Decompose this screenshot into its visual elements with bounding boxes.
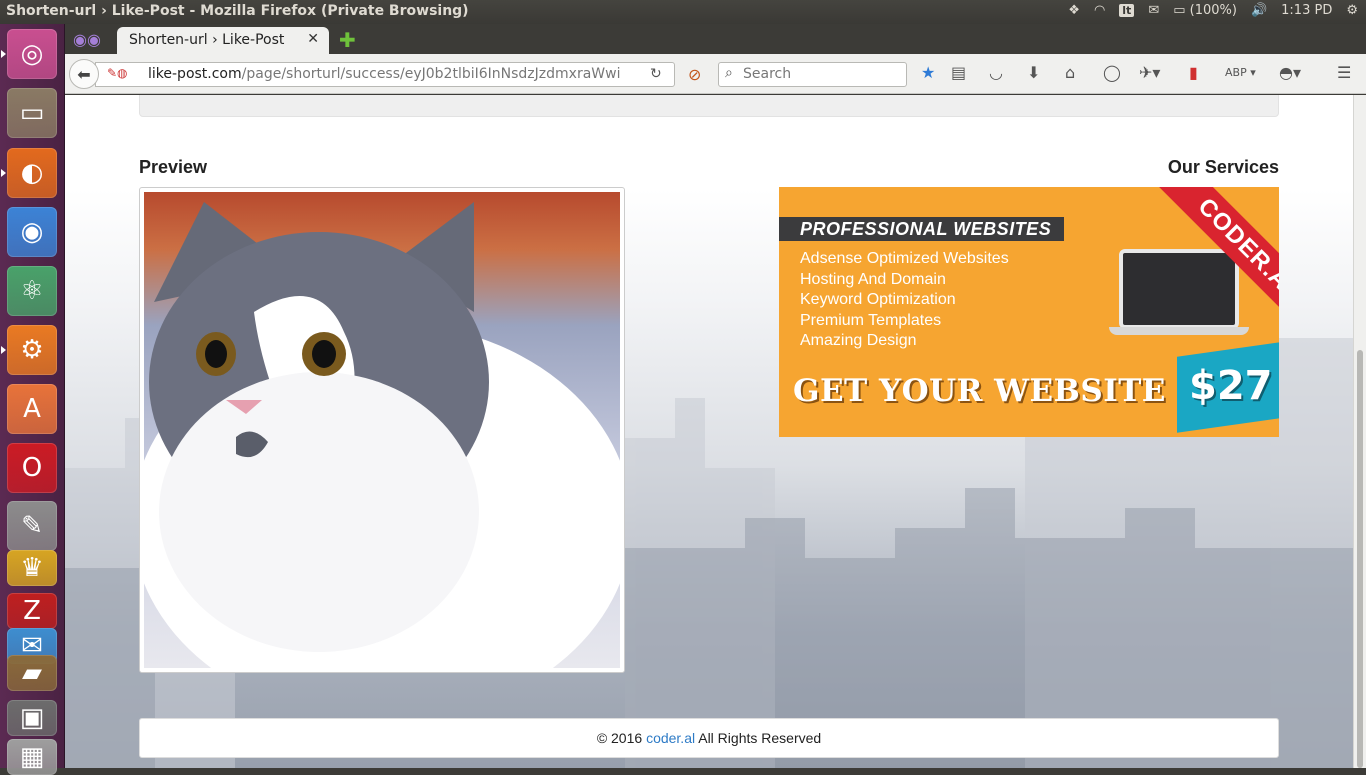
laptop-illustration: [1119, 249, 1239, 329]
footer-copyright: © 2016: [596, 730, 643, 746]
ad-price: $27: [1189, 363, 1273, 409]
launcher-scanner[interactable]: ▦: [7, 739, 57, 775]
toolbar-icons: ★ ▤ ◡ ⬇ ⌂ ◯ ✈▾ ▮ ABP ▾ ◓▾ ☰: [685, 63, 1355, 87]
laptop-base: [1109, 327, 1249, 335]
footer-link[interactable]: coder.al: [646, 730, 695, 746]
cat-photo[interactable]: [144, 192, 620, 668]
launcher-system-settings[interactable]: ⚙: [7, 325, 57, 375]
launcher-chrome[interactable]: ◉: [7, 207, 57, 257]
page-footer: © 2016 coder.al All Rights Reserved: [139, 718, 1279, 758]
pocket-icon[interactable]: ◡: [989, 63, 1003, 82]
ubuntu-dash-icon: ◎: [20, 39, 44, 69]
launcher-terminal[interactable]: ▣: [7, 700, 57, 736]
chat-icon[interactable]: ◯: [1103, 63, 1121, 82]
page-viewport: Preview Our Services PROFESSIONAL WEBSIT…: [65, 95, 1353, 768]
software-center-icon: A: [23, 394, 41, 424]
home-icon[interactable]: ⌂: [1065, 63, 1075, 82]
launcher-running-indicator: [1, 169, 6, 177]
ad-feature-item: Hosting And Domain: [800, 270, 946, 288]
system-tray: ❖ ◠ lt ✉ ▭ (100%) 🔊 1:13 PD ⚙: [1068, 3, 1358, 18]
mail-icon[interactable]: ✉: [1148, 3, 1159, 18]
terminal-icon: ▣: [19, 703, 45, 733]
ad-feature-item: Adsense Optimized Websites: [800, 250, 1009, 267]
wifi-icon[interactable]: ◠: [1094, 3, 1105, 18]
services-ad-banner[interactable]: PROFESSIONAL WEBSITES Adsense Optimized …: [779, 187, 1279, 437]
launcher-files[interactable]: ▭: [7, 88, 57, 138]
opera-icon: O: [21, 453, 43, 483]
ad-feature-item: Keyword Optimization: [800, 291, 956, 308]
launcher-firefox[interactable]: ◐: [7, 148, 57, 198]
files-icon: ▭: [19, 98, 45, 128]
launcher-software-center[interactable]: A: [7, 384, 57, 434]
window-title: Shorten-url › Like-Post - Mozilla Firefo…: [6, 3, 469, 19]
bookmarks-list-icon[interactable]: ▤: [951, 63, 966, 82]
downloads-icon[interactable]: ⬇: [1027, 63, 1040, 82]
adblock-plus-icon[interactable]: ABP ▾: [1225, 66, 1256, 79]
unity-launcher: ◎ ▭ ◐ ◉ ⚛ ⚙ A O ✎ ♛ Z ✉ ▰ ▣ ▦: [0, 24, 65, 775]
globe-icon[interactable]: ◓▾: [1279, 63, 1301, 82]
private-browsing-icon: ◉◉: [73, 30, 101, 49]
ad-heading: PROFESSIONAL WEBSITES: [800, 219, 1052, 239]
ad-feature-item: Amazing Design: [800, 332, 917, 349]
site-identity-icon[interactable]: ✎◍: [107, 66, 128, 80]
services-heading: Our Services: [1167, 157, 1279, 177]
system-top-panel: Shorten-url › Like-Post - Mozilla Firefo…: [0, 0, 1366, 24]
volume-icon[interactable]: 🔊: [1251, 3, 1267, 18]
trophy-app-icon: ♛: [20, 553, 44, 583]
launcher-filezilla[interactable]: Z: [7, 593, 57, 629]
top-content-panel: [139, 95, 1279, 117]
cat-illustration: [144, 202, 620, 668]
scrollbar-thumb[interactable]: [1357, 350, 1363, 768]
footer-rights: All Rights Reserved: [698, 730, 822, 746]
addon-red-icon[interactable]: ▮: [1189, 63, 1198, 82]
atom-icon: ⚛: [20, 276, 44, 306]
url-path: /page/shorturl/success/eyJ0b2tlbiI6InNsd…: [241, 66, 621, 82]
tab-label: Shorten-url › Like-Post: [129, 32, 285, 48]
battery-indicator[interactable]: ▭ (100%): [1173, 3, 1237, 18]
arrow-left-icon: ⬅: [77, 64, 91, 84]
gear-icon[interactable]: ⚙: [1346, 3, 1358, 18]
navigation-toolbar: like-post.com/page/shorturl/success/eyJ0…: [65, 54, 1366, 94]
filezilla-icon: Z: [23, 596, 41, 626]
chrome-icon: ◉: [20, 217, 44, 247]
clock[interactable]: 1:13 PD: [1281, 3, 1332, 18]
ad-feature-item: Premium Templates: [800, 311, 942, 329]
folder-app-icon: ▰: [22, 658, 42, 688]
tab-like-post[interactable]: Shorten-url › Like-Post ✕: [117, 27, 329, 54]
launcher-trophy-app[interactable]: ♛: [7, 550, 57, 586]
ad-feature-list: Adsense Optimized Websites Hosting And D…: [800, 249, 1009, 352]
launcher-running-indicator: [1, 50, 6, 58]
firefox-icon: ◐: [20, 158, 44, 188]
url-bar[interactable]: like-post.com/page/shorturl/success/eyJ0…: [95, 62, 675, 87]
launcher-tools[interactable]: ✎: [7, 501, 57, 551]
system-settings-icon: ⚙: [20, 335, 44, 365]
reload-icon[interactable]: ↻: [650, 66, 662, 82]
launcher-ubuntu-dash[interactable]: ◎: [7, 29, 57, 79]
tab-strip: ◉◉ Shorten-url › Like-Post ✕ ✚: [65, 24, 1366, 54]
preview-heading: Preview: [139, 157, 208, 177]
back-button[interactable]: ⬅: [69, 59, 99, 89]
launcher-folder-app[interactable]: ▰: [7, 655, 57, 691]
new-tab-button[interactable]: ✚: [339, 28, 356, 52]
bookmark-star-icon[interactable]: ★: [921, 63, 935, 82]
close-icon[interactable]: ✕: [307, 31, 319, 47]
menu-icon[interactable]: ☰: [1337, 63, 1351, 82]
battery-percent: (100%): [1189, 3, 1237, 18]
launcher-opera[interactable]: O: [7, 443, 57, 493]
page-scrollbar[interactable]: [1353, 95, 1366, 768]
url-host: like-post.com: [148, 66, 242, 82]
keyboard-layout-indicator[interactable]: lt: [1119, 4, 1135, 17]
dropbox-icon[interactable]: ❖: [1068, 3, 1080, 18]
extension-icon[interactable]: ✈▾: [1139, 63, 1160, 82]
launcher-running-indicator: [1, 346, 6, 354]
preview-image-frame: [139, 187, 625, 673]
tools-icon: ✎: [21, 511, 43, 541]
launcher-atom[interactable]: ⚛: [7, 266, 57, 316]
battery-icon: ▭: [1173, 3, 1186, 18]
